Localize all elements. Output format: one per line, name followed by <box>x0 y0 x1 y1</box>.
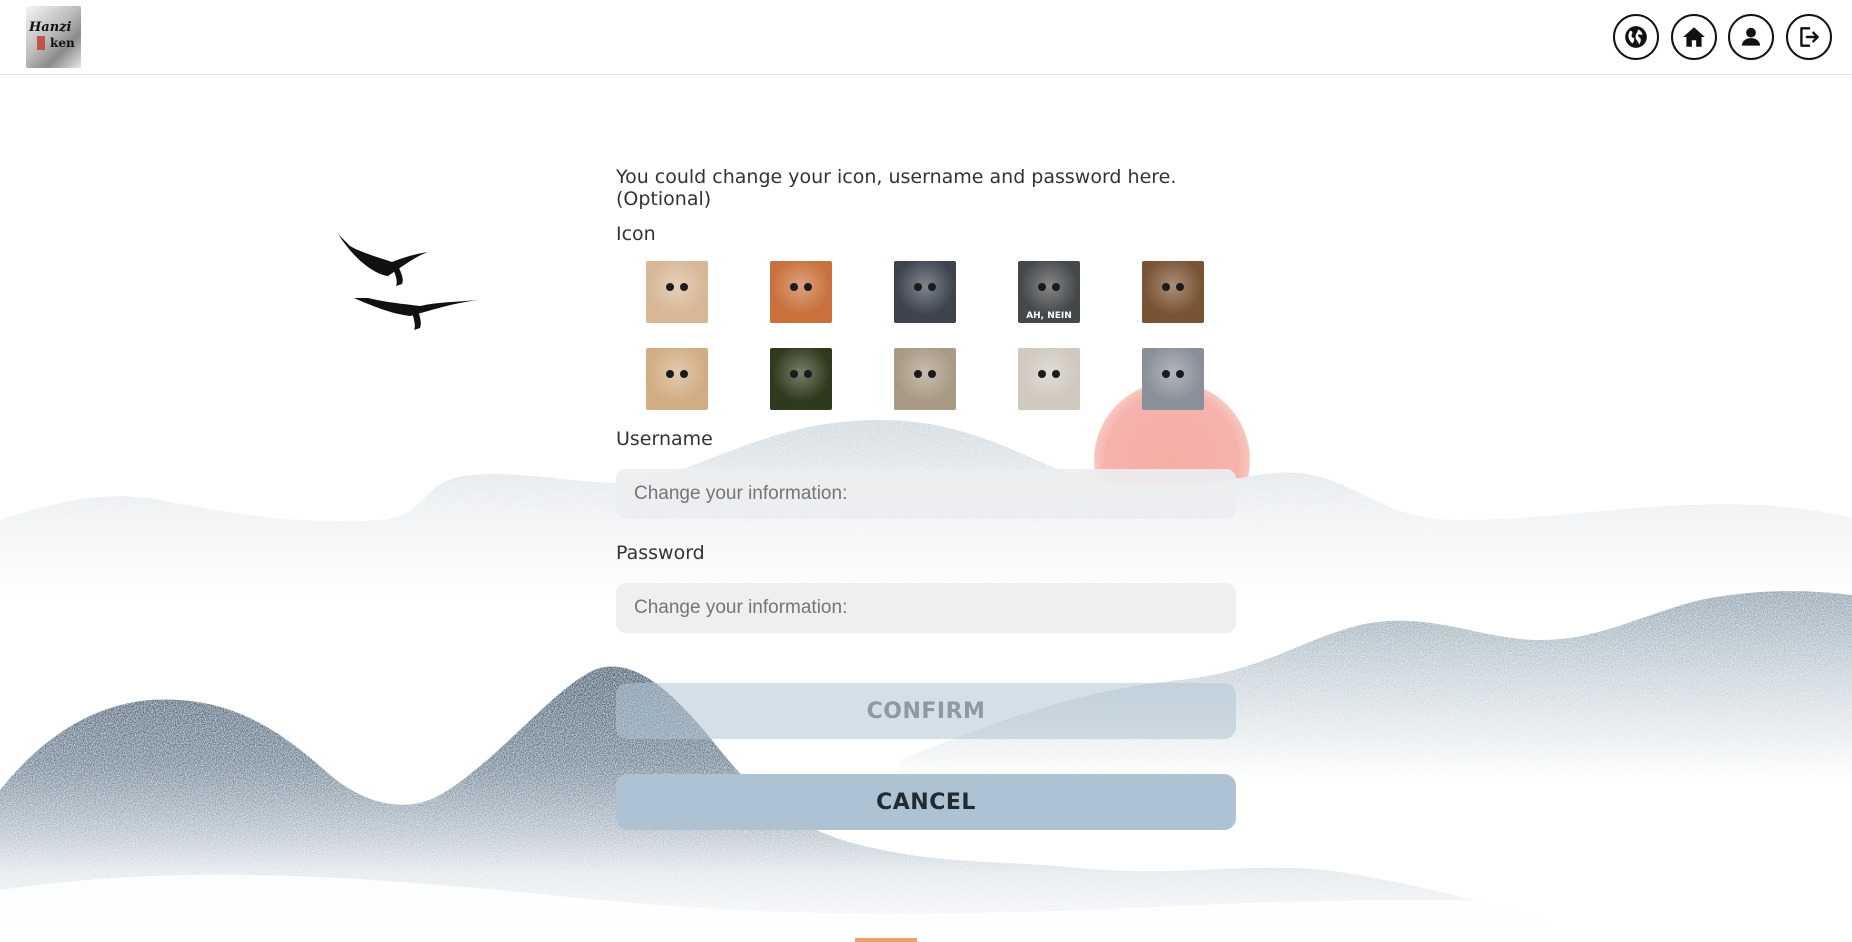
avatar-eye <box>1176 370 1184 378</box>
avatar-eye <box>1052 370 1060 378</box>
llama-avatar[interactable] <box>1018 348 1080 410</box>
password-input[interactable] <box>616 583 1236 633</box>
logout-icon <box>1800 27 1819 47</box>
icon-label: Icon <box>616 223 656 245</box>
avatar-eye <box>1176 283 1184 291</box>
profile-button[interactable] <box>1728 14 1774 60</box>
profile-edit-form: You could change your icon, username and… <box>616 166 1236 830</box>
logo-seal <box>37 36 45 50</box>
highland-cow-avatar[interactable] <box>1142 261 1204 323</box>
globe-icon <box>1625 26 1647 48</box>
avatar-eye <box>1038 370 1046 378</box>
shiba-dog-avatar[interactable] <box>646 261 708 323</box>
avatar-eye <box>1162 283 1170 291</box>
logout-button[interactable] <box>1786 14 1832 60</box>
avatar-eye <box>1038 283 1046 291</box>
avatar-eye <box>928 283 936 291</box>
home-button[interactable] <box>1671 14 1717 60</box>
logo-text-top: Hanzi <box>29 20 72 35</box>
avatar-eye <box>680 370 688 378</box>
avatar-eye <box>790 370 798 378</box>
avatar-eye <box>790 283 798 291</box>
avatar-eye <box>914 370 922 378</box>
cancel-button[interactable]: CANCEL <box>616 774 1236 830</box>
birds <box>338 234 478 330</box>
avatar-eye <box>680 283 688 291</box>
avatar-eye <box>1162 370 1170 378</box>
username-input[interactable] <box>616 469 1236 519</box>
avatar-caption: AH, NEIN <box>1026 311 1072 321</box>
seal-avatar[interactable] <box>894 261 956 323</box>
username-label: Username <box>616 428 713 450</box>
bottom-accent-bar <box>855 938 917 942</box>
password-label: Password <box>616 542 705 564</box>
confirm-button[interactable]: CONFIRM <box>616 683 1236 739</box>
intro-text: You could change your icon, username and… <box>616 166 1177 210</box>
monkey-avatar[interactable] <box>770 348 832 410</box>
top-navbar: Hanzi ken <box>0 0 1852 75</box>
logo-text-bottom: ken <box>50 36 75 50</box>
avatar-eye <box>1052 283 1060 291</box>
app-logo[interactable]: Hanzi ken <box>26 6 81 68</box>
smiling-seal-avatar[interactable] <box>894 348 956 410</box>
user-icon <box>1741 27 1761 46</box>
bear-avatar[interactable] <box>1142 348 1204 410</box>
avatar-eye <box>666 283 674 291</box>
mustache-cat-avatar[interactable] <box>770 261 832 323</box>
avatar-eye <box>666 370 674 378</box>
avatar-eye <box>928 370 936 378</box>
dog-avatar[interactable] <box>646 348 708 410</box>
avatar-eye <box>914 283 922 291</box>
language-button[interactable] <box>1613 14 1659 60</box>
avatar-eye <box>804 283 812 291</box>
avatar-eye <box>804 370 812 378</box>
home-icon <box>1683 27 1705 47</box>
ostrich-avatar[interactable]: AH, NEIN <box>1018 261 1080 323</box>
